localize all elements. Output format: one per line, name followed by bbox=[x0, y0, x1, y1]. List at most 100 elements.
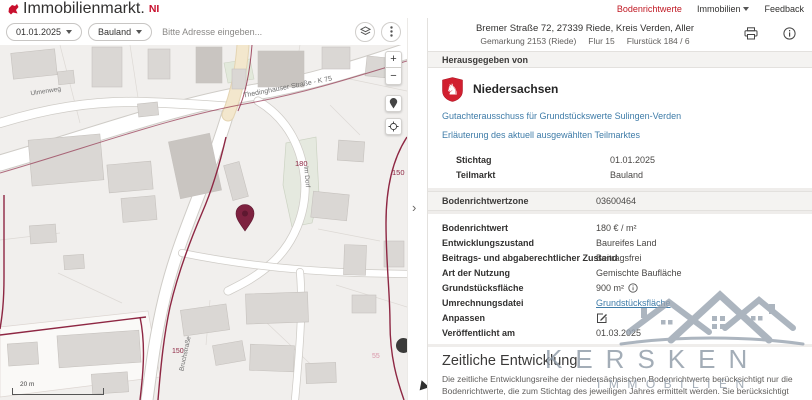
committee-link[interactable]: Gutachterausschuss für Grundstückswerte … bbox=[442, 111, 681, 121]
detail-value: 01.03.2025 bbox=[596, 328, 641, 338]
map-toolbar: 01.01.2025 Bauland bbox=[0, 18, 407, 45]
kebab-menu-icon bbox=[390, 26, 393, 37]
detail-label: Beitrags- und abgaberechtlicher Zustand bbox=[442, 253, 596, 263]
detail-label: Veröffentlicht am bbox=[442, 328, 596, 338]
detail-label: Umrechnungsdatei bbox=[442, 298, 596, 308]
info-small-icon[interactable] bbox=[628, 283, 638, 293]
timeline-section: Zeitliche Entwicklung Die zeitliche Entw… bbox=[428, 347, 812, 400]
panel-divider: › bbox=[407, 18, 427, 400]
publisher-state-name: Niedersachsen bbox=[473, 82, 558, 96]
nav-immobilien[interactable]: Immobilien bbox=[697, 4, 750, 14]
teilmarkt-row: Teilmarkt Bauland bbox=[442, 167, 798, 182]
zone-header-label: Bodenrichtwertzone bbox=[442, 196, 529, 206]
map-column: 01.01.2025 Bauland bbox=[0, 18, 407, 400]
edit-button[interactable] bbox=[596, 312, 608, 324]
detail-label: Anpassen bbox=[442, 313, 596, 323]
map-scalebar: 20 m bbox=[12, 388, 104, 395]
submarket-dropdown[interactable]: Bauland bbox=[88, 23, 152, 41]
address-line: Bremer Straße 72, 27339 Riede, Kreis Ver… bbox=[476, 23, 694, 34]
gemarkung: Gemarkung 2153 (Riede) bbox=[480, 36, 576, 46]
zoom-in-button[interactable]: + bbox=[385, 51, 402, 68]
detail-label: Art der Nutzung bbox=[442, 268, 596, 278]
detail-value: Gemischte Baufläche bbox=[596, 268, 682, 278]
map-canvas[interactable]: Ulmenweg Thedinghauser Straße - K 75 Im … bbox=[0, 45, 407, 400]
zone-value-150-sw: 150 bbox=[172, 348, 184, 355]
cadastre-line: Gemarkung 2153 (Riede) Flur 15 Flurstück… bbox=[480, 36, 689, 46]
publisher-header-label: Herausgegeben von bbox=[442, 55, 528, 65]
zone-value-150-east: 150 bbox=[392, 168, 405, 177]
detail-row-bodenrichtwert: Bodenrichtwert 180 € / m² bbox=[428, 220, 812, 235]
stichtag-label: Stichtag bbox=[456, 155, 610, 165]
marker-tool-button[interactable] bbox=[385, 95, 402, 112]
detail-row-anpassen: Anpassen bbox=[428, 310, 812, 325]
stichtag-value: 01.01.2025 bbox=[610, 155, 655, 165]
app-root: Immobilienmarkt. NI Bodenrichtwerte Immob… bbox=[0, 0, 812, 400]
detail-value: Baureifes Land bbox=[596, 238, 657, 248]
date-dropdown[interactable]: 01.01.2025 bbox=[6, 23, 82, 41]
nav-bodenrichtwerte[interactable]: Bodenrichtwerte bbox=[617, 4, 682, 14]
info-icon bbox=[783, 27, 796, 40]
detail-row-veroeffentlicht: Veröffentlicht am 01.03.2025 bbox=[428, 325, 812, 340]
map-attribution-button[interactable] bbox=[396, 338, 407, 353]
timeline-body: Die zeitliche Entwicklungsreihe der nied… bbox=[442, 374, 798, 400]
detail-label: Bodenrichtwert bbox=[442, 223, 596, 233]
detail-value: 900 m² bbox=[596, 283, 624, 293]
zoom-out-button[interactable]: − bbox=[385, 68, 402, 85]
scale-label: 20 m bbox=[20, 381, 34, 388]
zone-header-value: 03600464 bbox=[596, 196, 636, 206]
brand-name: Immobilienmarkt. bbox=[23, 0, 145, 18]
locate-button[interactable] bbox=[385, 118, 402, 135]
detail-panel: Bremer Straße 72, 27339 Riede, Kreis Ver… bbox=[427, 18, 812, 400]
info-button[interactable] bbox=[781, 25, 798, 42]
map-svg: Ulmenweg Thedinghauser Straße - K 75 Im … bbox=[0, 45, 407, 400]
meta-rows: Stichtag 01.01.2025 Teilmarkt Bauland bbox=[442, 152, 798, 182]
detail-label: Grundstücksfläche bbox=[442, 283, 596, 293]
chevron-down-icon bbox=[66, 30, 72, 34]
pin-icon bbox=[389, 98, 398, 109]
submarket-explanation-link[interactable]: Erläuterung des aktuell ausgewählten Tei… bbox=[442, 130, 640, 140]
printer-icon bbox=[744, 27, 758, 40]
map-controls: + − bbox=[385, 51, 402, 141]
layers-button[interactable] bbox=[355, 22, 375, 42]
more-options-button[interactable] bbox=[381, 22, 401, 42]
brand-suffix: NI bbox=[149, 3, 160, 15]
zone-value-180: 180 bbox=[295, 159, 308, 168]
niedersachsen-crest-icon: ♞ bbox=[442, 77, 463, 102]
svg-text:♞: ♞ bbox=[446, 80, 459, 98]
umrechnungsdatei-link[interactable]: Grundstücksfläche bbox=[596, 298, 671, 308]
chevron-down-icon bbox=[743, 7, 749, 11]
publisher-section-header: Herausgegeben von bbox=[428, 51, 812, 68]
zone-value-55: 55 bbox=[372, 353, 380, 360]
stichtag-row: Stichtag 01.01.2025 bbox=[442, 152, 798, 167]
edit-icon bbox=[596, 312, 608, 324]
layers-icon bbox=[360, 26, 371, 37]
detail-row-nutzung: Art der Nutzung Gemischte Baufläche bbox=[428, 265, 812, 280]
detail-row-grundstuecksflaeche: Grundstücksfläche 900 m² bbox=[428, 280, 812, 295]
address-search-input[interactable] bbox=[158, 23, 349, 41]
detail-label: Entwicklungszustand bbox=[442, 238, 596, 248]
timeline-title: Zeitliche Entwicklung bbox=[442, 353, 798, 369]
detail-value: Beitragsfrei bbox=[596, 253, 642, 263]
scale-bracket bbox=[12, 388, 104, 395]
detail-row-umrechnungsdatei: Umrechnungsdatei Grundstücksfläche bbox=[428, 295, 812, 310]
chevron-down-icon bbox=[136, 30, 142, 34]
target-icon bbox=[388, 121, 399, 132]
collapse-panel-button[interactable]: › bbox=[412, 203, 416, 213]
zone-details-card: Bodenrichtwert 180 € / m² Entwicklungszu… bbox=[428, 214, 812, 344]
top-header: Immobilienmarkt. NI Bodenrichtwerte Immob… bbox=[0, 0, 812, 18]
brand-logo[interactable]: Immobilienmarkt. NI bbox=[8, 0, 159, 18]
top-nav: Bodenrichtwerte Immobilien Feedback bbox=[617, 4, 804, 14]
publisher-identity: ♞ Niedersachsen bbox=[442, 76, 798, 102]
flurstueck: Flurstück 184 / 6 bbox=[627, 36, 690, 46]
detail-row-beitragszustand: Beitrags- und abgaberechtlicher Zustand … bbox=[428, 250, 812, 265]
teilmarkt-label: Teilmarkt bbox=[456, 170, 610, 180]
teilmarkt-value: Bauland bbox=[610, 170, 643, 180]
detail-value: 180 € / m² bbox=[596, 223, 637, 233]
address-header: Bremer Straße 72, 27339 Riede, Kreis Ver… bbox=[428, 18, 812, 51]
publisher-card: ♞ Niedersachsen Gutachterausschuss für G… bbox=[428, 68, 812, 188]
nav-feedback[interactable]: Feedback bbox=[764, 4, 804, 14]
detail-row-entwicklungszustand: Entwicklungszustand Baureifes Land bbox=[428, 235, 812, 250]
print-button[interactable] bbox=[742, 25, 759, 42]
zone-section-header: Bodenrichtwertzone 03600464 bbox=[428, 191, 812, 211]
logo-icon bbox=[8, 4, 19, 15]
